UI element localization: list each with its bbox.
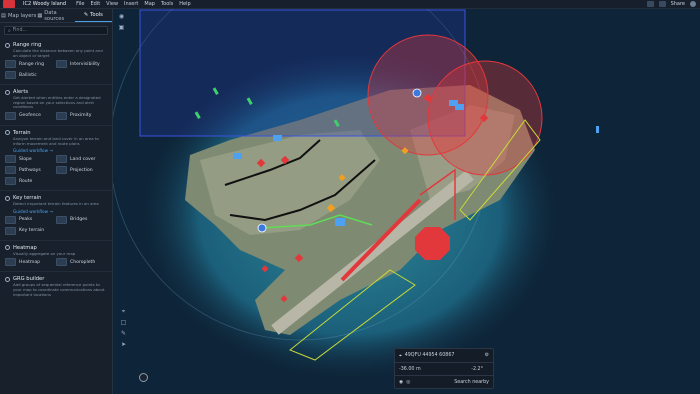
alert-icon <box>5 89 10 95</box>
airport-icon[interactable] <box>335 218 345 226</box>
land-cover-thumb-icon <box>56 155 67 164</box>
gear-icon[interactable]: ⚙ <box>485 353 489 358</box>
section-range-ring: Range ring Calculate the distance betwee… <box>0 38 112 86</box>
pathways-thumb-icon <box>5 166 16 175</box>
menu-help[interactable]: Help <box>179 1 190 7</box>
unit-marker-icon[interactable] <box>233 153 242 159</box>
proximity-thumb-icon <box>56 111 67 120</box>
tool-key-terrain[interactable]: Key terrain <box>5 226 56 235</box>
tools-icon: ✎ <box>83 12 89 18</box>
tool-heatmap[interactable]: Heatmap <box>5 258 56 267</box>
tool-ballistic[interactable]: Ballistic <box>5 71 56 80</box>
guided-workflow-link[interactable]: Guided workflow → <box>13 148 107 153</box>
section-key-terrain: Key terrain Detect important terrain fea… <box>0 191 112 241</box>
grg-icon <box>5 276 10 282</box>
map-bottom-tools: ⌖ □ ✎ ➤ <box>118 305 128 349</box>
menu-tools[interactable]: Tools <box>161 1 173 7</box>
heatmap-thumb-icon <box>5 258 16 267</box>
search-nearby-button[interactable]: Search nearby <box>454 380 489 385</box>
unit-marker-icon-4[interactable] <box>455 104 464 110</box>
compass-icon[interactable] <box>139 373 148 382</box>
tool-bridges[interactable]: Bridges <box>56 215 107 224</box>
notification-icon[interactable] <box>646 1 654 7</box>
key-terrain-thumb-icon <box>5 226 16 235</box>
search-icon: ⌕ <box>8 28 11 34</box>
range-ring-thumb-icon <box>5 60 16 69</box>
choropleth-thumb-icon <box>56 258 67 267</box>
bearing-readout: -2.2° <box>471 366 483 372</box>
elevation-readout: -36.00 m <box>399 366 421 372</box>
square-icon[interactable]: □ <box>119 319 128 327</box>
location-pin-icon[interactable] <box>257 223 267 233</box>
menu-insert[interactable]: Insert <box>124 1 138 7</box>
geofence-thumb-icon <box>5 111 16 120</box>
menu-map[interactable]: Map <box>144 1 155 7</box>
guided-workflow-link-2[interactable]: Guided workflow → <box>13 209 107 214</box>
range-ring-icon <box>5 42 10 48</box>
section-alerts: Alerts Get alerted when entities enter a… <box>0 85 112 126</box>
key-terrain-icon <box>5 195 10 201</box>
layers-icon: ▤ <box>1 12 6 19</box>
tool-range-ring[interactable]: Range ring <box>5 60 56 69</box>
red-zone[interactable] <box>415 227 450 260</box>
tab-tools[interactable]: ✎ Tools <box>74 9 112 22</box>
section-heatmap: Heatmap Visually aggregate on your map H… <box>0 241 112 273</box>
vessel-icon[interactable] <box>596 126 599 133</box>
document-title[interactable]: IC2 Woody Island <box>23 1 66 7</box>
section-grg-builder: GRG builder Add groups of sequential ref… <box>0 272 112 301</box>
tool-route[interactable]: Route <box>5 177 56 186</box>
heatmap-icon <box>5 245 10 251</box>
menu-edit[interactable]: Edit <box>90 1 100 7</box>
section-terrain: Terrain Analyze terrain and land cover i… <box>0 126 112 192</box>
ballistic-thumb-icon <box>5 71 16 80</box>
tool-intervisibility[interactable]: Intervisibility <box>56 60 107 69</box>
tool-geofence[interactable]: Geofence <box>5 111 56 120</box>
coordinate-panel: ⌖ 49QFU 44954 60867 ⚙ -36.00 m -2.2° ◉ ◎ Sear… <box>394 348 494 389</box>
layer-toggle-icon[interactable]: ◉ <box>117 13 126 21</box>
record-icon[interactable]: ◉ <box>399 380 403 385</box>
projection-thumb-icon <box>56 166 67 175</box>
pointer-icon[interactable]: ➤ <box>119 341 128 349</box>
tools-panel: ▤ Map layers ▦ Data sources ✎ Tools ⌕ Find.… <box>0 9 113 394</box>
search-input[interactable]: ⌕ Find... <box>4 26 108 35</box>
tool-choropleth[interactable]: Choropleth <box>56 258 107 267</box>
slope-thumb-icon <box>5 155 16 164</box>
tool-projection[interactable]: Projection <box>56 166 107 175</box>
panel-tabs: ▤ Map layers ▦ Data sources ✎ Tools <box>0 9 112 23</box>
apps-icon[interactable] <box>658 1 666 7</box>
pin-icon[interactable]: ⌖ <box>119 308 128 316</box>
eye-icon[interactable]: ◎ <box>406 380 410 385</box>
terrain-icon <box>5 130 10 136</box>
tool-land-cover[interactable]: Land cover <box>56 155 107 164</box>
draw-icon[interactable]: ✎ <box>119 330 128 338</box>
database-icon: ▦ <box>37 12 43 19</box>
peaks-thumb-icon <box>5 215 16 224</box>
share-button[interactable]: Share <box>671 1 685 7</box>
map-svg[interactable] <box>113 9 700 394</box>
intervisibility-thumb-icon <box>56 60 67 69</box>
menu-view[interactable]: View <box>106 1 118 7</box>
user-avatar[interactable] <box>690 1 696 7</box>
menu-file[interactable]: File <box>76 1 84 7</box>
location-pin-icon-2[interactable] <box>412 88 422 98</box>
mgrs-readout[interactable]: 49QFU 44954 60867 <box>405 353 455 358</box>
tool-proximity[interactable]: Proximity <box>56 111 107 120</box>
tab-data-sources[interactable]: ▦ Data sources <box>37 9 74 22</box>
tab-map-layers[interactable]: ▤ Map layers <box>0 9 37 22</box>
bridges-thumb-icon <box>56 215 67 224</box>
map-canvas[interactable] <box>113 9 700 394</box>
basemap-icon[interactable]: ▣ <box>117 24 126 32</box>
tool-peaks[interactable]: Peaks <box>5 215 56 224</box>
unit-marker-icon-2[interactable] <box>273 135 282 141</box>
top-menu-bar: IC2 Woody Island File Edit View Insert M… <box>0 0 700 9</box>
app-logo[interactable] <box>3 0 15 8</box>
tool-slope[interactable]: Slope <box>5 155 56 164</box>
pin-icon-small: ⌖ <box>399 353 402 359</box>
tool-pathways[interactable]: Pathways <box>5 166 56 175</box>
route-thumb-icon <box>5 177 16 186</box>
